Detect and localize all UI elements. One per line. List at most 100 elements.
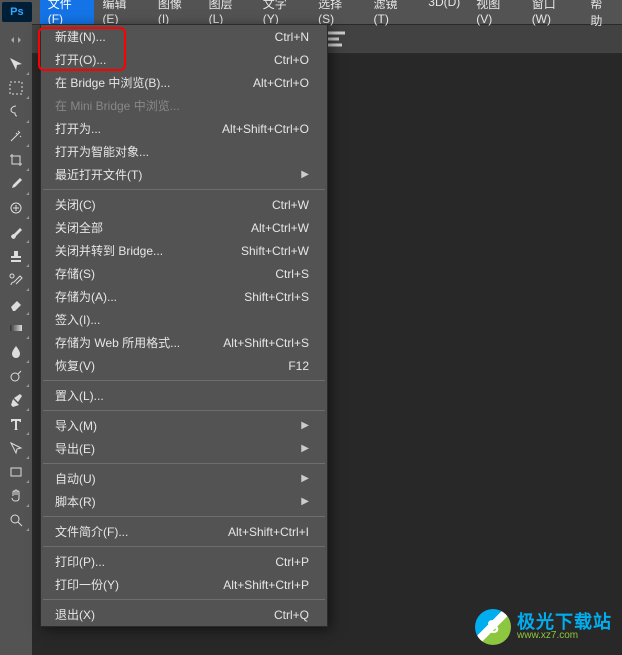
watermark-logo-icon: S bbox=[475, 609, 511, 645]
file-menu-item[interactable]: 恢复(V) F12 bbox=[41, 354, 327, 377]
submenu-arrow-icon: ▶ bbox=[301, 443, 309, 454]
menu-separator bbox=[43, 380, 325, 381]
menu-item-shortcut: Ctrl+S bbox=[275, 267, 309, 281]
menu-item-label: 导入(M) bbox=[55, 417, 97, 434]
eraser-tool[interactable] bbox=[2, 292, 30, 316]
brush-tool[interactable] bbox=[2, 220, 30, 244]
menu-item-label: 在 Mini Bridge 中浏览... bbox=[55, 97, 180, 114]
menu-item-shortcut: Ctrl+O bbox=[274, 53, 309, 67]
menu-item-label: 自动(U) bbox=[55, 470, 96, 487]
menu-item-shortcut: F12 bbox=[288, 359, 309, 373]
lasso-tool[interactable] bbox=[2, 100, 30, 124]
file-menu-item[interactable]: 脚本(R)▶ bbox=[41, 490, 327, 513]
menu-item-shortcut: Alt+Shift+Ctrl+P bbox=[223, 578, 309, 592]
menu-item-shortcut: Ctrl+N bbox=[275, 30, 309, 44]
menu-separator bbox=[43, 410, 325, 411]
file-menu-item[interactable]: 打开为智能对象... bbox=[41, 140, 327, 163]
file-menu-item[interactable]: 在 Bridge 中浏览(B)...Alt+Ctrl+O bbox=[41, 71, 327, 94]
submenu-arrow-icon: ▶ bbox=[301, 169, 309, 180]
app-logo: Ps bbox=[2, 2, 32, 22]
file-menu-item[interactable]: 导入(M) ▶ bbox=[41, 414, 327, 437]
menu-item-label: 文件简介(F)... bbox=[55, 523, 128, 540]
menu-item-label: 最近打开文件(T) bbox=[55, 166, 142, 183]
menu-item-label: 新建(N)... bbox=[55, 28, 106, 45]
file-menu-item[interactable]: 关闭(C) Ctrl+W bbox=[41, 193, 327, 216]
file-menu-item[interactable]: 文件简介(F)... Alt+Shift+Ctrl+I bbox=[41, 520, 327, 543]
menu-8[interactable]: 视图(V) bbox=[468, 0, 523, 32]
submenu-arrow-icon: ▶ bbox=[301, 473, 309, 484]
menu-item-label: 置入(L)... bbox=[55, 387, 104, 404]
file-menu-item[interactable]: 打印一份(Y) Alt+Shift+Ctrl+P bbox=[41, 573, 327, 596]
eyedropper-tool[interactable] bbox=[2, 172, 30, 196]
healing-tool[interactable] bbox=[2, 196, 30, 220]
file-menu-item[interactable]: 退出(X) Ctrl+Q bbox=[41, 603, 327, 626]
move-tool[interactable] bbox=[2, 52, 30, 76]
history-brush-tool[interactable] bbox=[2, 268, 30, 292]
menu-9[interactable]: 窗口(W) bbox=[524, 0, 583, 32]
file-menu-item[interactable]: 置入(L)... bbox=[41, 384, 327, 407]
menu-separator bbox=[43, 189, 325, 190]
pen-tool[interactable] bbox=[2, 388, 30, 412]
tools-panel bbox=[0, 24, 32, 655]
menu-item-shortcut: Ctrl+W bbox=[272, 198, 309, 212]
file-menu-item[interactable]: 打开为...Alt+Shift+Ctrl+O bbox=[41, 117, 327, 140]
file-menu-dropdown: 新建(N)... Ctrl+N 打开(O)... Ctrl+O 在 Bridge 中浏览… bbox=[40, 24, 328, 627]
menu-item-shortcut: Ctrl+Q bbox=[274, 608, 309, 622]
watermark-url: www.xz7.com bbox=[517, 631, 612, 641]
menu-item-shortcut: Shift+Ctrl+S bbox=[244, 290, 309, 304]
file-menu-item[interactable]: 打开(O)... Ctrl+O bbox=[41, 48, 327, 71]
menu-item-shortcut: Alt+Shift+Ctrl+I bbox=[228, 525, 309, 539]
blur-tool[interactable] bbox=[2, 340, 30, 364]
menu-separator bbox=[43, 516, 325, 517]
marquee-tool[interactable] bbox=[2, 76, 30, 100]
menu-item-label: 打印(P)... bbox=[55, 553, 105, 570]
type-tool[interactable] bbox=[2, 412, 30, 436]
menu-item-shortcut: Alt+Shift+Ctrl+S bbox=[223, 336, 309, 350]
magic-wand-tool[interactable] bbox=[2, 124, 30, 148]
menu-item-label: 存储为 Web 所用格式... bbox=[55, 334, 180, 351]
menu-item-label: 签入(I)... bbox=[55, 311, 100, 328]
menu-separator bbox=[43, 463, 325, 464]
menu-10[interactable]: 帮助 bbox=[582, 0, 622, 32]
menu-item-shortcut: Alt+Ctrl+O bbox=[253, 76, 309, 90]
file-menu-item[interactable]: 最近打开文件(T) ▶ bbox=[41, 163, 327, 186]
hand-tool[interactable] bbox=[2, 484, 30, 508]
gradient-tool[interactable] bbox=[2, 316, 30, 340]
menu-separator bbox=[43, 546, 325, 547]
file-menu-item[interactable]: 存储为(A)...Shift+Ctrl+S bbox=[41, 285, 327, 308]
file-menu-item[interactable]: 导出(E) ▶ bbox=[41, 437, 327, 460]
file-menu-item[interactable]: 打印(P)... Ctrl+P bbox=[41, 550, 327, 573]
panel-grip-icon[interactable] bbox=[2, 28, 30, 52]
file-menu-item[interactable]: 新建(N)... Ctrl+N bbox=[41, 25, 327, 48]
menu-6[interactable]: 滤镜(T) bbox=[366, 0, 421, 32]
file-menu-item[interactable]: 关闭并转到 Bridge...Shift+Ctrl+W bbox=[41, 239, 327, 262]
menu-item-label: 恢复(V) bbox=[55, 357, 95, 374]
file-menu-item[interactable]: 存储为 Web 所用格式... Alt+Shift+Ctrl+S bbox=[41, 331, 327, 354]
file-menu-item[interactable]: 存储(S)Ctrl+S bbox=[41, 262, 327, 285]
menu-item-label: 退出(X) bbox=[55, 606, 95, 623]
menu-item-label: 打开(O)... bbox=[55, 51, 106, 68]
menu-item-label: 打印一份(Y) bbox=[55, 576, 119, 593]
dodge-tool[interactable] bbox=[2, 364, 30, 388]
menu-item-label: 打开为智能对象... bbox=[55, 143, 149, 160]
menu-item-label: 脚本(R) bbox=[55, 493, 96, 510]
crop-tool[interactable] bbox=[2, 148, 30, 172]
rectangle-tool[interactable] bbox=[2, 460, 30, 484]
path-select-tool[interactable] bbox=[2, 436, 30, 460]
menu-7[interactable]: 3D(D) bbox=[420, 0, 468, 32]
menu-item-label: 关闭(C) bbox=[55, 196, 96, 213]
menu-item-shortcut: Ctrl+P bbox=[275, 555, 309, 569]
menu-item-shortcut: Shift+Ctrl+W bbox=[241, 244, 309, 258]
stamp-tool[interactable] bbox=[2, 244, 30, 268]
submenu-arrow-icon: ▶ bbox=[301, 420, 309, 431]
menu-item-label: 关闭全部 bbox=[55, 219, 103, 236]
menubar: Ps 文件(F)编辑(E)图像(I)图层(L)文字(Y)选择(S)滤镜(T)3D… bbox=[0, 0, 622, 24]
menu-item-shortcut: Alt+Shift+Ctrl+O bbox=[222, 122, 309, 136]
menu-separator bbox=[43, 599, 325, 600]
menu-item-label: 导出(E) bbox=[55, 440, 95, 457]
watermark: S 极光下载站 www.xz7.com bbox=[475, 609, 612, 645]
zoom-tool[interactable] bbox=[2, 508, 30, 532]
file-menu-item[interactable]: 签入(I)... bbox=[41, 308, 327, 331]
file-menu-item[interactable]: 关闭全部Alt+Ctrl+W bbox=[41, 216, 327, 239]
file-menu-item[interactable]: 自动(U) ▶ bbox=[41, 467, 327, 490]
